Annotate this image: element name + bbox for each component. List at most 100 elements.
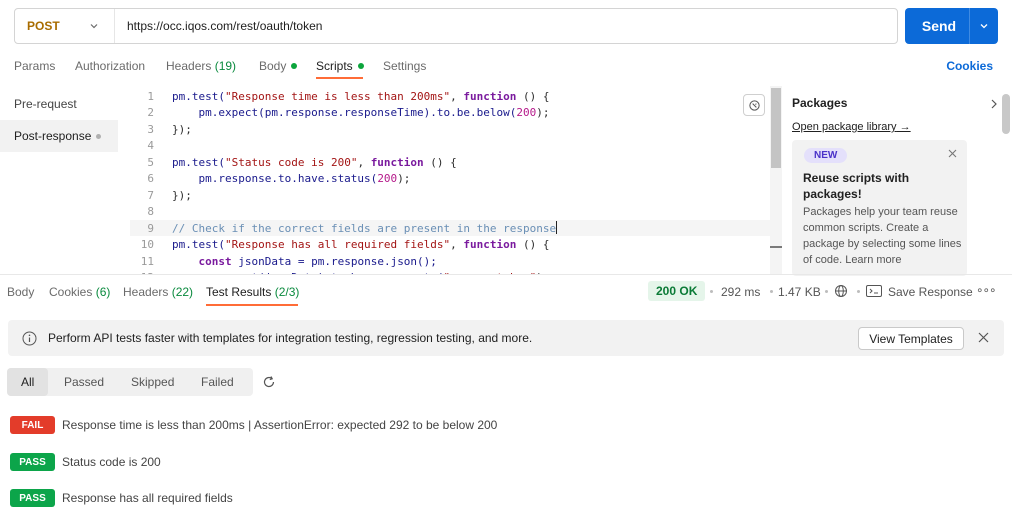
code-text: }); bbox=[172, 123, 192, 136]
headers-count: (19) bbox=[214, 59, 237, 73]
body-dot-icon bbox=[291, 63, 298, 69]
save-response-icon bbox=[866, 285, 882, 297]
tab-body[interactable]: Body bbox=[259, 59, 298, 73]
line-number: 9 bbox=[147, 221, 154, 235]
chevron-right-icon[interactable] bbox=[990, 98, 998, 110]
code-line[interactable]: 4 bbox=[130, 138, 782, 154]
info-icon bbox=[22, 331, 37, 346]
filter-failed[interactable]: Failed bbox=[187, 368, 248, 396]
scripts-nav-post-response[interactable]: Post-response bbox=[0, 120, 118, 152]
globe-icon[interactable] bbox=[834, 284, 848, 298]
request-tabs: Params Authorization Headers (19) Body S… bbox=[0, 52, 1024, 82]
chevron-down-icon bbox=[980, 24, 988, 29]
more-options-icon[interactable]: ∘∘∘ bbox=[976, 283, 997, 297]
send-button[interactable]: Send bbox=[905, 8, 998, 44]
close-icon[interactable] bbox=[978, 332, 989, 343]
editor-scrollbar-thumb[interactable] bbox=[771, 88, 781, 168]
close-icon[interactable] bbox=[948, 149, 957, 158]
code-text: }); bbox=[172, 189, 192, 202]
code-line[interactable]: 6 pm.response.to.have.status(200); bbox=[130, 171, 782, 187]
send-options-button[interactable] bbox=[970, 21, 998, 31]
code-text: pm.response.to.have.status(200); bbox=[172, 172, 410, 185]
code-text: pm.expect(pm.response.responseTime).to.b… bbox=[172, 106, 549, 119]
test-result-row: FAIL Response time is less than 200ms | … bbox=[10, 416, 497, 434]
tab-authorization[interactable]: Authorization bbox=[75, 59, 145, 73]
code-text: // Check if the correct fields are prese… bbox=[172, 221, 558, 235]
refresh-icon[interactable] bbox=[262, 375, 276, 389]
code-line[interactable]: 10 pm.test("Response has all required fie… bbox=[130, 237, 782, 253]
code-token: pm.test( bbox=[172, 155, 225, 169]
packages-body: Packages help your team reuse common scr… bbox=[803, 206, 962, 266]
test-result-text: Response time is less than 200ms | Asser… bbox=[62, 418, 498, 432]
filter-all[interactable]: All bbox=[7, 368, 49, 396]
format-code-button[interactable] bbox=[743, 94, 765, 116]
code-token: , bbox=[450, 238, 464, 251]
response-tab-test-results[interactable]: Test Results (2/3) bbox=[206, 285, 299, 299]
line-number: 6 bbox=[147, 172, 154, 185]
line-number: 2 bbox=[147, 106, 154, 119]
code-token: pm.test( bbox=[172, 89, 225, 103]
code-line[interactable]: 7}); bbox=[130, 187, 782, 203]
active-tab-indicator bbox=[316, 77, 363, 79]
code-token: "Response time is less than 200ms" bbox=[224, 89, 451, 103]
pane-divider[interactable] bbox=[0, 274, 1012, 275]
pass-badge: PASS bbox=[10, 453, 55, 471]
response-tab-body[interactable]: Body bbox=[7, 285, 34, 299]
separator-dot bbox=[770, 290, 773, 293]
request-bar: POST https://occ.iqos.com/rest/oauth/tok… bbox=[14, 8, 898, 44]
packages-scrollbar[interactable] bbox=[1002, 94, 1010, 134]
line-number: 3 bbox=[147, 122, 154, 136]
code-line[interactable]: 9 // Check if the correct fields are pres… bbox=[130, 220, 782, 236]
response-tab-cookies[interactable]: Cookies (6) bbox=[49, 285, 110, 299]
code-line[interactable]: 5 pm.test("Status code is 200", function … bbox=[130, 154, 782, 170]
code-token: }); bbox=[172, 188, 192, 202]
code-line[interactable]: 3}); bbox=[130, 121, 782, 137]
code-token: () { bbox=[516, 89, 550, 103]
packages-title: Packages bbox=[792, 96, 848, 110]
separator-dot bbox=[825, 290, 828, 293]
response-time[interactable]: 292 ms bbox=[721, 285, 760, 299]
test-result-row: PASS Status code is 200 bbox=[10, 453, 161, 471]
code-line[interactable]: 8 bbox=[130, 204, 782, 220]
url-input[interactable]: https://occ.iqos.com/rest/oauth/token bbox=[115, 19, 322, 33]
code-line[interactable]: 2 pm.expect(pm.response.responseTime).to… bbox=[130, 105, 782, 121]
fail-badge: FAIL bbox=[10, 416, 55, 434]
line-number: 10 bbox=[140, 238, 154, 251]
response-tab-headers[interactable]: Headers (22) bbox=[123, 285, 193, 299]
open-package-library-link[interactable]: Open package library → bbox=[792, 121, 911, 133]
packages-heading: Reuse scripts with packages! bbox=[803, 171, 910, 201]
code-token: function bbox=[463, 89, 517, 103]
scripts-nav-pre-request[interactable]: Pre-request bbox=[0, 88, 118, 120]
method-select[interactable]: POST bbox=[15, 9, 115, 43]
code-token: ); bbox=[397, 172, 411, 185]
code-line[interactable]: 11 const jsonData = pm.response.json(); bbox=[130, 253, 782, 269]
tab-headers[interactable]: Headers (19) bbox=[166, 59, 236, 73]
status-badge[interactable]: 200 OK bbox=[648, 281, 706, 301]
cookies-link[interactable]: Cookies bbox=[946, 59, 993, 73]
code-token: "Status code is 200" bbox=[224, 155, 358, 169]
code-token: pm.expect(pm.response.responseTime).to.b… bbox=[172, 106, 517, 119]
editor-scrollbar[interactable] bbox=[770, 86, 782, 274]
post-response-dot-icon bbox=[96, 133, 102, 139]
tab-settings[interactable]: Settings bbox=[383, 59, 426, 73]
code-token: , bbox=[357, 155, 371, 169]
view-templates-button[interactable]: View Templates bbox=[858, 327, 964, 350]
filter-passed[interactable]: Passed bbox=[50, 368, 118, 396]
code-text: pm.test("Response has all required field… bbox=[172, 238, 550, 251]
tab-params[interactable]: Params bbox=[14, 59, 55, 73]
line-number: 1 bbox=[147, 89, 154, 103]
code-editor[interactable]: 1 pm.test("Response time is less than 200… bbox=[130, 86, 782, 274]
code-token: }); bbox=[172, 122, 192, 136]
templates-banner: Perform API tests faster with templates … bbox=[8, 320, 1004, 356]
active-response-tab-indicator bbox=[206, 304, 298, 306]
filter-skipped[interactable]: Skipped bbox=[117, 368, 188, 396]
text-cursor bbox=[556, 221, 558, 234]
code-token: 200 bbox=[377, 172, 398, 185]
tab-scripts[interactable]: Scripts bbox=[316, 59, 364, 73]
code-line[interactable]: 1 pm.test("Response time is less than 200… bbox=[130, 88, 782, 104]
code-token: // Check if the correct fields are prese… bbox=[172, 222, 557, 235]
test-filter-tabs: All Passed Skipped Failed bbox=[7, 368, 253, 396]
save-response-button[interactable]: Save Response bbox=[888, 285, 973, 299]
response-size[interactable]: 1.47 KB bbox=[778, 285, 821, 299]
line-number: 5 bbox=[147, 155, 154, 169]
